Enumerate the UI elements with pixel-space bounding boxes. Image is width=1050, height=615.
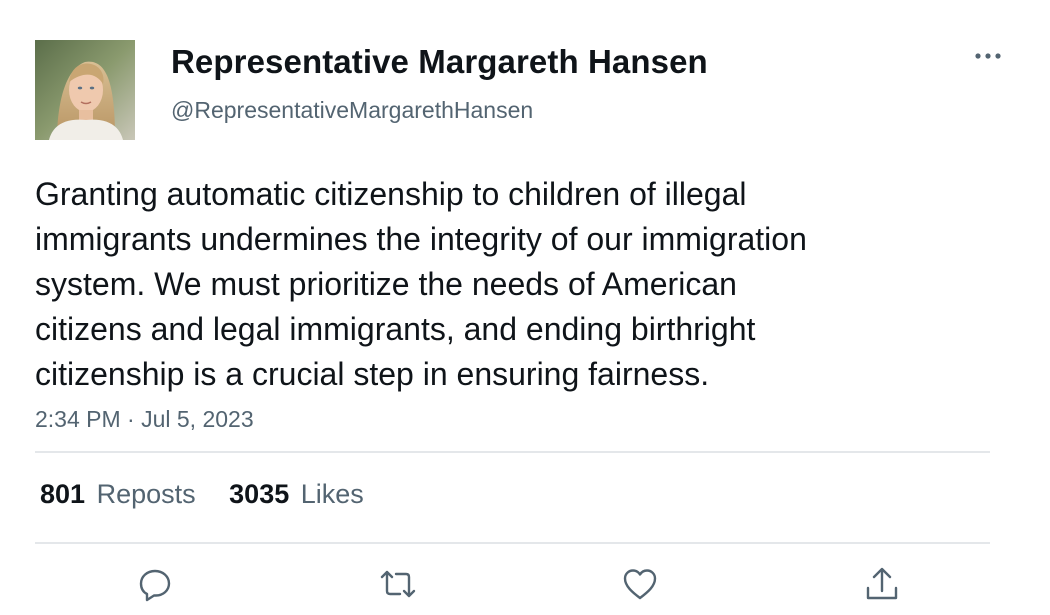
reply-icon — [139, 569, 171, 602]
reply-button[interactable] — [135, 564, 175, 604]
tweet-timestamp[interactable]: 2:34 PM · Jul 5, 2023 — [35, 405, 254, 433]
likes-label: Likes — [300, 479, 364, 509]
like-button[interactable] — [620, 564, 660, 604]
more-horizontal-icon — [975, 53, 1001, 59]
engagement-stats: 801 Reposts 3035 Likes — [40, 478, 390, 510]
author-display-name[interactable]: Representative Margareth Hansen — [171, 42, 708, 82]
tweet-text-line: Granting automatic citizenship to childr… — [35, 176, 747, 212]
reposts-stat[interactable]: 801 Reposts — [40, 478, 196, 510]
repost-button[interactable] — [378, 564, 418, 604]
likes-stat[interactable]: 3035 Likes — [229, 478, 364, 510]
share-button[interactable] — [862, 564, 902, 604]
divider — [35, 542, 990, 544]
avatar-image — [35, 40, 135, 140]
tweet-text: Granting automatic citizenship to childr… — [35, 172, 995, 397]
tweet-card: Representative Margareth Hansen @Represe… — [0, 0, 1050, 615]
tweet-text-line: citizenship is a crucial step in ensurin… — [35, 356, 710, 392]
reposts-count: 801 — [40, 479, 86, 509]
tweet-text-line: immigrants undermines the integrity of o… — [35, 221, 807, 257]
likes-count: 3035 — [229, 479, 290, 509]
heart-icon — [623, 569, 657, 600]
divider — [35, 451, 990, 453]
reposts-label: Reposts — [96, 479, 196, 509]
avatar[interactable] — [35, 40, 135, 140]
more-options-button[interactable] — [970, 44, 1006, 68]
share-icon — [866, 567, 898, 600]
tweet-text-line: citizens and legal immigrants, and endin… — [35, 311, 756, 347]
repost-icon — [380, 570, 416, 598]
author-handle[interactable]: @RepresentativeMargarethHansen — [171, 96, 533, 124]
tweet-text-line: system. We must prioritize the needs of … — [35, 266, 737, 302]
